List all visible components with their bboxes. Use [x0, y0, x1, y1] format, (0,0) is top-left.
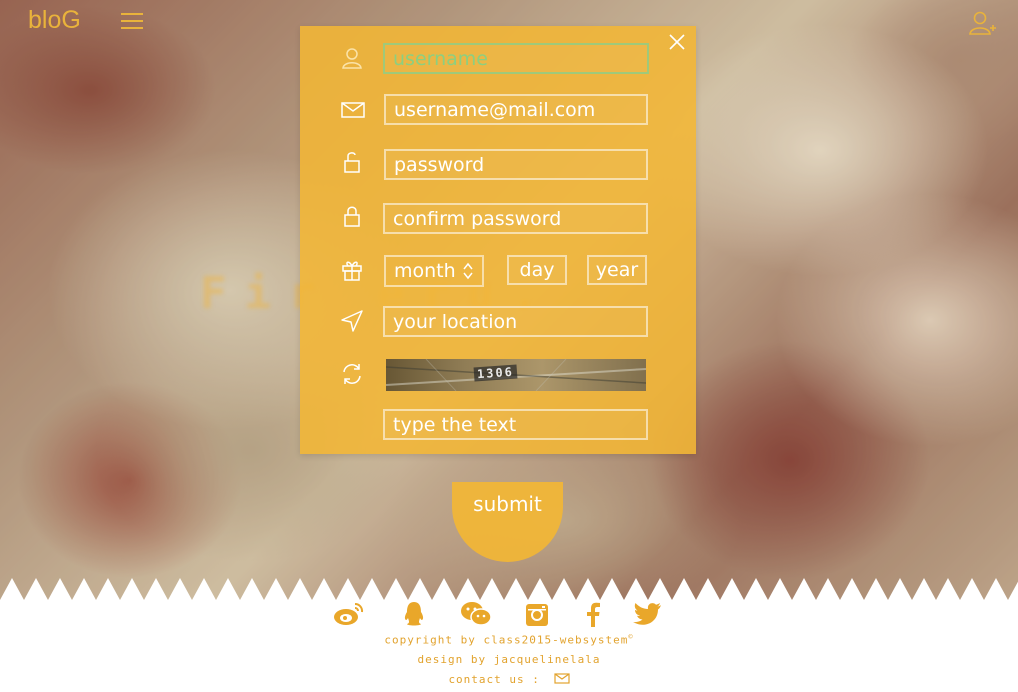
weibo-icon[interactable]	[333, 600, 365, 628]
captcha-input[interactable]	[383, 409, 648, 440]
zigzag-divider	[0, 578, 1018, 600]
hamburger-menu-icon[interactable]	[121, 13, 143, 31]
location-input[interactable]	[383, 306, 648, 337]
mail-icon[interactable]	[553, 673, 570, 684]
updown-arrows-icon	[463, 262, 473, 280]
day-input[interactable]	[507, 255, 567, 285]
qq-icon[interactable]	[402, 600, 426, 628]
refresh-icon[interactable]	[340, 362, 364, 386]
password-input[interactable]	[384, 149, 648, 180]
year-input[interactable]	[587, 255, 647, 285]
facebook-icon[interactable]	[584, 600, 602, 628]
captcha-image[interactable]: 1306	[386, 359, 646, 391]
confirm-password-input[interactable]	[383, 203, 648, 234]
logo[interactable]: bloG	[28, 6, 81, 35]
wechat-icon[interactable]	[460, 600, 492, 628]
contact-label: contact us :	[448, 673, 540, 686]
design-credit: design by jacquelinelala	[417, 653, 601, 666]
month-select[interactable]: month	[384, 255, 484, 287]
username-input[interactable]	[383, 43, 649, 74]
month-select-label: month	[394, 260, 456, 282]
twitter-icon[interactable]	[632, 600, 662, 628]
user-icon	[342, 48, 362, 69]
captcha-text: 1306	[473, 364, 518, 382]
add-user-icon[interactable]	[968, 10, 996, 36]
instagram-icon[interactable]	[525, 600, 549, 628]
unlock-icon	[344, 152, 360, 173]
contact-line: contact us :	[0, 673, 1018, 686]
copyright-text: copyright by class2015-websystem	[384, 633, 629, 647]
mail-icon	[341, 102, 365, 118]
close-icon[interactable]	[669, 34, 685, 50]
lock-icon	[344, 206, 360, 227]
copyright-symbol: ©	[628, 633, 634, 641]
gift-icon	[342, 261, 362, 281]
copyright-line: copyright by class2015-websystem©	[0, 633, 1018, 647]
location-arrow-icon	[341, 310, 363, 332]
email-input[interactable]	[384, 94, 648, 125]
registration-panel: month 1306	[300, 26, 696, 454]
